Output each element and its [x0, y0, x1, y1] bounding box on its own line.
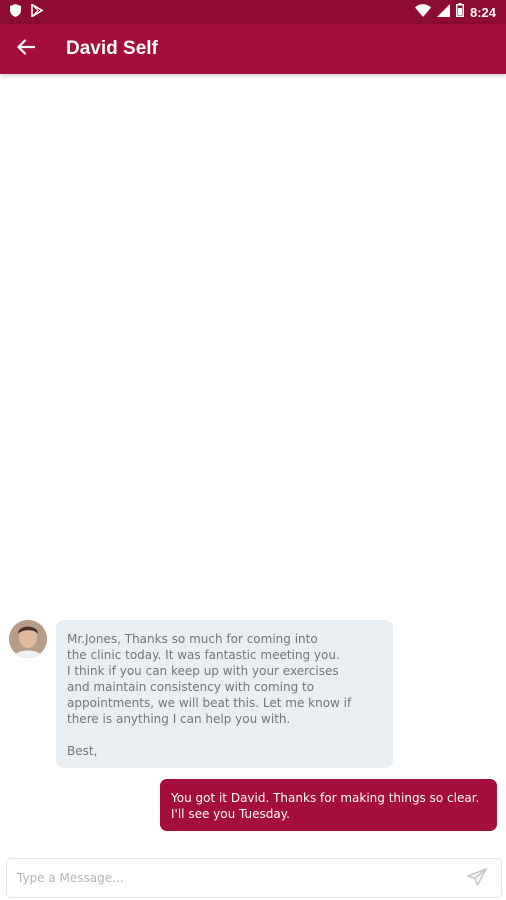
- status-right-icons: 8:24: [414, 3, 496, 22]
- play-store-icon: [31, 3, 44, 22]
- shield-icon: [10, 4, 21, 22]
- status-left-icons: [10, 3, 44, 22]
- status-bar: 8:24: [0, 0, 506, 24]
- page-title: David Self: [66, 38, 158, 59]
- signal-icon: [436, 3, 450, 22]
- status-time: 8:24: [469, 4, 496, 20]
- back-button[interactable]: [12, 36, 40, 62]
- contact-avatar[interactable]: [9, 620, 47, 658]
- chat-screen: 8:24 David Self Mr.Jones, Thanks so much…: [0, 0, 506, 900]
- outgoing-message-text: You got it David. Thanks for making thin…: [171, 791, 480, 821]
- wifi-icon: [414, 3, 431, 22]
- incoming-message-text: Mr.Jones, Thanks so much for coming into…: [67, 632, 352, 758]
- battery-icon: [455, 3, 464, 22]
- arrow-left-icon: [17, 38, 36, 60]
- app-bar: David Self: [0, 24, 506, 74]
- send-icon: [467, 867, 487, 891]
- message-input[interactable]: [17, 866, 447, 890]
- incoming-message-bubble: Mr.Jones, Thanks so much for coming into…: [56, 620, 393, 768]
- message-list[interactable]: Mr.Jones, Thanks so much for coming into…: [0, 74, 506, 846]
- message-composer: [6, 858, 502, 898]
- outgoing-message-bubble: You got it David. Thanks for making thin…: [160, 779, 497, 831]
- send-button[interactable]: [465, 867, 489, 891]
